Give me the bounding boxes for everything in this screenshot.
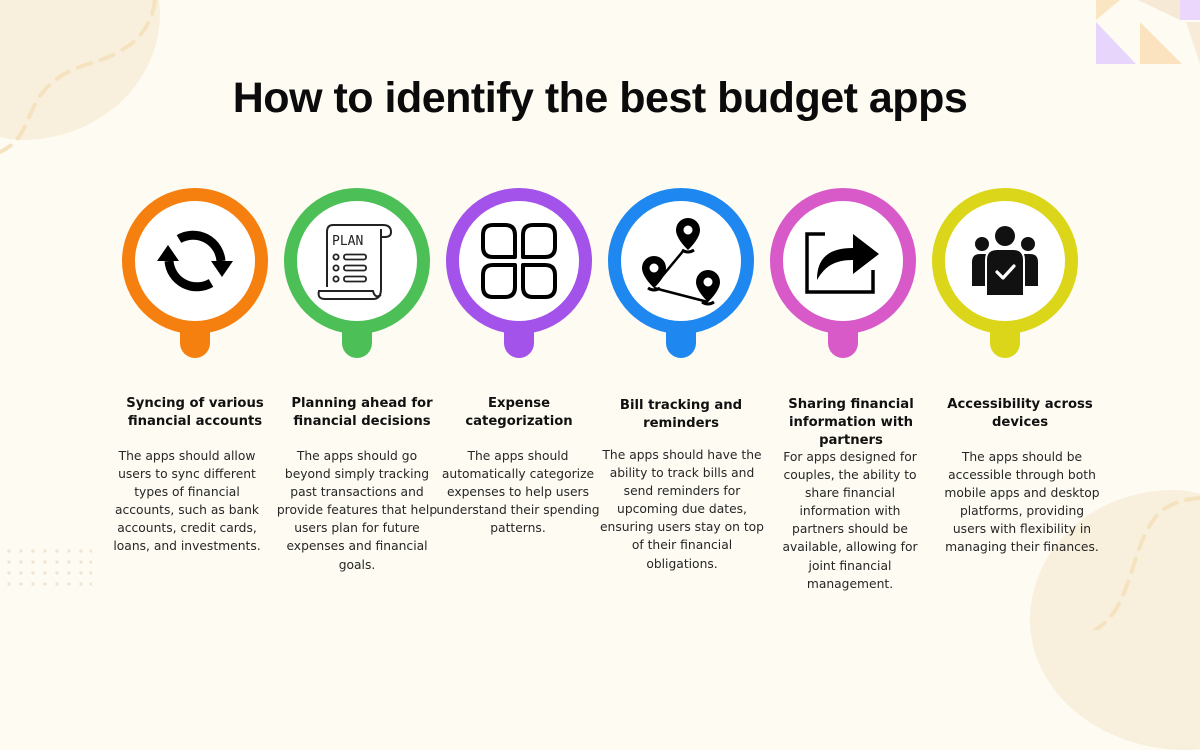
pin-stem	[342, 324, 372, 358]
share-arrow-icon	[805, 232, 879, 294]
feature-description-sync: The apps should allow users to sync diff…	[113, 449, 261, 554]
sync-arrows-icon	[157, 230, 233, 292]
pin-stem	[828, 324, 858, 358]
plan-label: PLAN	[332, 234, 363, 249]
pin-icon-holder	[459, 201, 579, 321]
pin-icon-holder	[783, 201, 903, 321]
feature-description-accessibility: The apps should be accessible through bo…	[944, 450, 1100, 555]
pin-categories	[446, 188, 592, 358]
pin-icon-holder	[135, 201, 255, 321]
feature-description-sharing: For apps designed for couples, the abili…	[782, 450, 918, 591]
decorative-triangle-pattern	[1096, 0, 1200, 64]
pin-icon-holder: PLAN	[297, 201, 417, 321]
feature-heading-sync: Syncing of various financial accounts	[126, 396, 264, 429]
feature-heading-accessibility: Accessibility across devices	[947, 397, 1093, 430]
pin-plan: PLAN	[284, 188, 430, 358]
pin-sharing	[770, 188, 916, 358]
feature-heading-sharing: Sharing financial information with partn…	[788, 397, 914, 448]
pin-stem	[504, 324, 534, 358]
plan-scroll-icon: PLAN	[317, 224, 393, 300]
route-pins-icon	[642, 218, 720, 306]
pin-stem	[990, 324, 1020, 358]
category-grid-icon	[481, 223, 557, 299]
pin-sync	[122, 188, 268, 358]
pin-stem	[666, 324, 696, 358]
feature-heading-bill-tracking: Bill tracking and reminders	[619, 398, 743, 431]
pin-bill-tracking	[608, 188, 754, 358]
feature-heading-planning: Planning ahead for financial decisions	[291, 396, 433, 429]
pin-accessibility	[932, 188, 1078, 358]
decorative-dot-grid	[7, 549, 92, 586]
pin-stem	[180, 324, 210, 358]
feature-heading-categorization: Expense categorization	[465, 396, 573, 429]
group-check-icon	[972, 226, 1038, 297]
feature-description-bill-tracking: The apps should have the ability to trac…	[599, 448, 764, 571]
page-title: How to identify the best budget apps	[232, 74, 968, 122]
pin-icon-holder	[621, 201, 741, 321]
feature-description-planning: The apps should go beyond simply trackin…	[276, 449, 438, 572]
pin-icon-holder	[945, 201, 1065, 321]
feature-description-categorization: The apps should automatically categorize…	[436, 449, 600, 536]
